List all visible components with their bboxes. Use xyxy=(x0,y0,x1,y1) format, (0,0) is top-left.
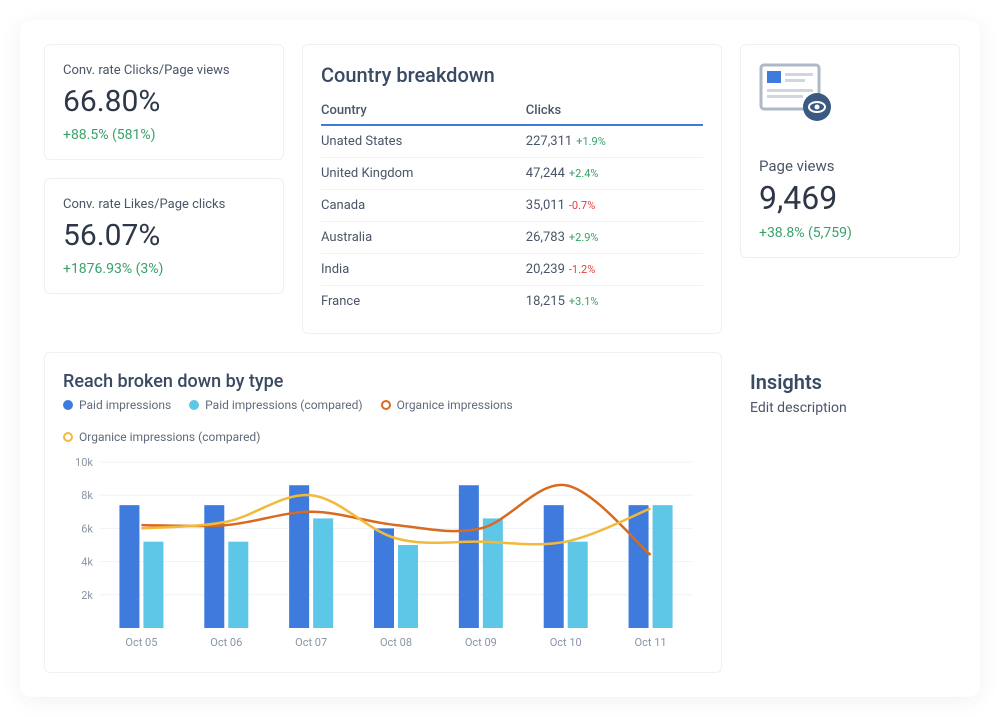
table-row: Canada35,011-0.7% xyxy=(321,190,703,222)
country-cell: France xyxy=(321,286,526,318)
svg-text:8k: 8k xyxy=(81,489,93,502)
conv-clicks-card: Conv. rate Clicks/Page views 66.80% +88.… xyxy=(44,44,284,160)
legend-dot-icon xyxy=(189,400,199,410)
table-row: Unated States227,311+1.9% xyxy=(321,125,703,158)
svg-text:2k: 2k xyxy=(81,589,93,602)
th-clicks: Clicks xyxy=(526,97,703,125)
clicks-cell: 47,244+2.4% xyxy=(526,158,703,190)
svg-text:Oct 10: Oct 10 xyxy=(550,636,582,649)
legend-ring-icon xyxy=(63,432,73,442)
country-cell: Australia xyxy=(321,222,526,254)
country-cell: United Kingdom xyxy=(321,158,526,190)
svg-text:Oct 07: Oct 07 xyxy=(295,636,327,649)
legend-organic: Organice impressions xyxy=(381,398,513,412)
insights-card: Insights Edit description xyxy=(740,352,960,434)
clicks-cell: 18,215+3.1% xyxy=(526,286,703,318)
clicks-cell: 20,239-1.2% xyxy=(526,254,703,286)
legend-organic-compared: Organice impressions (compared) xyxy=(63,430,260,444)
legend-paid: Paid impressions xyxy=(63,398,171,412)
reach-chart-legend: Paid impressions Paid impressions (compa… xyxy=(63,398,703,444)
svg-text:Oct 05: Oct 05 xyxy=(125,636,157,649)
svg-text:Oct 11: Oct 11 xyxy=(635,636,667,649)
svg-text:10k: 10k xyxy=(75,456,93,469)
legend-paid-compared: Paid impressions (compared) xyxy=(189,398,362,412)
svg-text:Oct 06: Oct 06 xyxy=(210,636,242,649)
page-views-delta: +38.8% (5,759) xyxy=(759,225,941,241)
conv-clicks-label: Conv. rate Clicks/Page views xyxy=(63,63,265,78)
page-views-icon xyxy=(759,63,941,127)
page-views-card: Page views 9,469 +38.8% (5,759) xyxy=(740,44,960,258)
dashboard: Conv. rate Clicks/Page views 66.80% +88.… xyxy=(20,20,980,697)
conv-clicks-delta: +88.5% (581%) xyxy=(63,127,265,143)
clicks-cell: 35,011-0.7% xyxy=(526,190,703,222)
country-cell: India xyxy=(321,254,526,286)
table-row: Australia26,783+2.9% xyxy=(321,222,703,254)
conv-likes-card: Conv. rate Likes/Page clicks 56.07% +187… xyxy=(44,178,284,294)
insights-title: Insights xyxy=(750,370,950,394)
country-cell: Unated States xyxy=(321,125,526,158)
th-country: Country xyxy=(321,97,526,125)
page-views-value: 9,469 xyxy=(759,179,941,217)
svg-text:Oct 08: Oct 08 xyxy=(380,636,412,649)
country-breakdown-table: Country Clicks Unated States227,311+1.9%… xyxy=(321,97,703,317)
table-row: India20,239-1.2% xyxy=(321,254,703,286)
country-breakdown-card: Country breakdown Country Clicks Unated … xyxy=(302,44,722,334)
svg-text:4k: 4k xyxy=(81,556,93,569)
legend-ring-icon xyxy=(381,400,391,410)
legend-dot-icon xyxy=(63,400,73,410)
country-breakdown-title: Country breakdown xyxy=(321,63,703,87)
country-breakdown-tbody: Unated States227,311+1.9%United Kingdom4… xyxy=(321,125,703,317)
country-cell: Canada xyxy=(321,190,526,222)
reach-chart-card: Reach broken down by type Paid impressio… xyxy=(44,352,722,673)
left-metrics-column: Conv. rate Clicks/Page views 66.80% +88.… xyxy=(44,44,284,294)
conv-likes-label: Conv. rate Likes/Page clicks xyxy=(63,197,265,212)
clicks-cell: 26,783+2.9% xyxy=(526,222,703,254)
table-row: United Kingdom47,244+2.4% xyxy=(321,158,703,190)
svg-text:Oct 09: Oct 09 xyxy=(465,636,497,649)
conv-likes-delta: +1876.93% (3%) xyxy=(63,261,265,277)
table-row: France18,215+3.1% xyxy=(321,286,703,318)
svg-text:6k: 6k xyxy=(81,522,93,535)
page-views-label: Page views xyxy=(759,157,941,175)
conv-likes-value: 56.07% xyxy=(63,218,265,253)
clicks-cell: 227,311+1.9% xyxy=(526,125,703,158)
reach-chart-svg: 10k 8k 6k 4k 2k Oct 05 Oct 06 Oct 07 Oct 08 Oct 0… xyxy=(63,452,703,652)
reach-chart-title: Reach broken down by type xyxy=(63,371,703,392)
insights-subtitle[interactable]: Edit description xyxy=(750,400,950,416)
conv-clicks-value: 66.80% xyxy=(63,84,265,119)
